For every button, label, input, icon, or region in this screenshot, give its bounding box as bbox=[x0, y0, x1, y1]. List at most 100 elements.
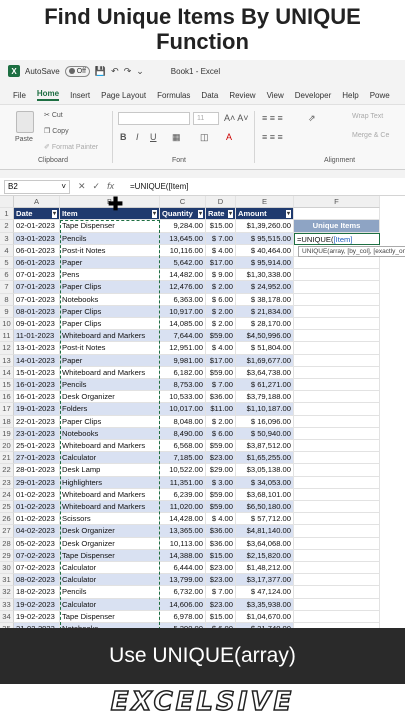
format-painter-button[interactable]: ✐ Format Painter bbox=[44, 143, 98, 151]
check-icon[interactable]: ✓ bbox=[93, 181, 101, 192]
table-header-rate[interactable]: Rate ▾ bbox=[206, 208, 236, 221]
table-cell[interactable]: $1,10,187.00 bbox=[236, 403, 294, 416]
table-header-date[interactable]: Date ▾ bbox=[14, 208, 60, 221]
table-cell[interactable]: 6,732.00 bbox=[160, 586, 206, 599]
table-cell[interactable]: $ 7.00 bbox=[206, 379, 236, 392]
cell-f[interactable] bbox=[294, 391, 380, 404]
row-header[interactable]: 28 bbox=[0, 537, 14, 550]
table-cell[interactable]: $ 28,170.00 bbox=[236, 318, 294, 331]
table-cell[interactable]: $ 38,178.00 bbox=[236, 293, 294, 306]
table-cell[interactable]: 10,522.00 bbox=[160, 464, 206, 477]
table-cell[interactable]: $4,50,996.00 bbox=[236, 330, 294, 343]
table-cell[interactable]: 06-01-2023 bbox=[14, 244, 60, 257]
table-cell[interactable]: 10,116.00 bbox=[160, 244, 206, 257]
table-cell[interactable]: $ 24,952.00 bbox=[236, 281, 294, 294]
row-header[interactable]: 17 bbox=[0, 403, 14, 416]
table-cell[interactable]: 22-01-2023 bbox=[14, 415, 60, 428]
table-cell[interactable]: $ 4.00 bbox=[206, 342, 236, 355]
table-cell[interactable]: $ 2.00 bbox=[206, 415, 236, 428]
table-cell[interactable]: Whiteboard and Markers bbox=[60, 366, 160, 379]
table-cell[interactable]: $1,04,670.00 bbox=[236, 610, 294, 623]
table-cell[interactable]: 14,482.00 bbox=[160, 269, 206, 282]
tab-help[interactable]: Help bbox=[342, 91, 358, 100]
table-cell[interactable]: 23-01-2023 bbox=[14, 427, 60, 440]
wrap-text-button[interactable]: Wrap Text bbox=[352, 113, 383, 120]
table-cell[interactable]: $ 2.00 bbox=[206, 281, 236, 294]
table-cell[interactable]: Paper Clips bbox=[60, 305, 160, 318]
fill-color-icon[interactable]: ◫ bbox=[200, 132, 209, 143]
table-cell[interactable]: 14,428.00 bbox=[160, 513, 206, 526]
filter-dropdown-icon[interactable]: ▾ bbox=[197, 210, 203, 219]
tab-power[interactable]: Powe bbox=[370, 91, 390, 100]
table-cell[interactable]: $3,87,512.00 bbox=[236, 440, 294, 453]
table-cell[interactable]: 10,113.00 bbox=[160, 537, 206, 550]
cut-button[interactable]: ✂ Cut bbox=[44, 111, 63, 119]
filter-dropdown-icon[interactable]: ▾ bbox=[151, 210, 157, 219]
table-cell[interactable]: Calculator bbox=[60, 562, 160, 575]
table-cell[interactable]: 11,020.00 bbox=[160, 501, 206, 514]
table-cell[interactable]: $17.00 bbox=[206, 354, 236, 367]
table-cell[interactable]: 13-01-2023 bbox=[14, 342, 60, 355]
row-header[interactable]: 34 bbox=[0, 610, 14, 623]
tab-insert[interactable]: Insert bbox=[70, 91, 90, 100]
table-cell[interactable]: $15.00 bbox=[206, 220, 236, 233]
row-header[interactable]: 2 bbox=[0, 220, 14, 233]
table-cell[interactable]: Calculator bbox=[60, 574, 160, 587]
cell-f[interactable] bbox=[294, 525, 380, 538]
row-header[interactable]: 16 bbox=[0, 391, 14, 404]
redo-icon[interactable]: ↷ bbox=[124, 66, 132, 77]
table-cell[interactable]: $1,69,677.00 bbox=[236, 354, 294, 367]
table-cell[interactable]: 12,476.00 bbox=[160, 281, 206, 294]
row-header[interactable]: 24 bbox=[0, 488, 14, 501]
tab-file[interactable]: File bbox=[13, 91, 26, 100]
table-cell[interactable]: $59.00 bbox=[206, 330, 236, 343]
table-cell[interactable]: Post-it Notes bbox=[60, 244, 160, 257]
table-cell[interactable]: 25-01-2023 bbox=[14, 440, 60, 453]
table-cell[interactable]: 11-01-2023 bbox=[14, 330, 60, 343]
row-header[interactable]: 30 bbox=[0, 562, 14, 575]
table-cell[interactable]: $15.00 bbox=[206, 549, 236, 562]
table-cell[interactable]: 6,568.00 bbox=[160, 440, 206, 453]
table-cell[interactable]: 10,533.00 bbox=[160, 391, 206, 404]
table-cell[interactable]: Paper Clips bbox=[60, 318, 160, 331]
table-cell[interactable]: $3,64,068.00 bbox=[236, 537, 294, 550]
cell-f[interactable] bbox=[294, 476, 380, 489]
row-header[interactable]: 31 bbox=[0, 574, 14, 587]
underline-icon[interactable]: U bbox=[150, 132, 157, 142]
table-cell[interactable]: 8,490.00 bbox=[160, 427, 206, 440]
row-header[interactable]: 4 bbox=[0, 244, 14, 257]
table-header-amount[interactable]: Amount ▾ bbox=[236, 208, 294, 221]
table-cell[interactable]: Calculator bbox=[60, 452, 160, 465]
cell-f[interactable] bbox=[294, 549, 380, 562]
table-cell[interactable]: 03-01-2023 bbox=[14, 232, 60, 245]
table-cell[interactable]: 14,388.00 bbox=[160, 549, 206, 562]
filter-dropdown-icon[interactable]: ▾ bbox=[227, 210, 233, 219]
table-cell[interactable]: $ 40,464.00 bbox=[236, 244, 294, 257]
undo-icon[interactable]: ↶ bbox=[111, 66, 119, 77]
table-cell[interactable]: $ 7.00 bbox=[206, 586, 236, 599]
table-cell[interactable]: $23.00 bbox=[206, 452, 236, 465]
table-cell[interactable]: $ 9.00 bbox=[206, 269, 236, 282]
row-header[interactable]: 22 bbox=[0, 464, 14, 477]
cell-f[interactable] bbox=[294, 330, 380, 343]
table-cell[interactable]: $ 95,914.00 bbox=[236, 257, 294, 270]
table-cell[interactable]: 13,645.00 bbox=[160, 232, 206, 245]
table-cell[interactable]: 6,239.00 bbox=[160, 488, 206, 501]
row-header[interactable]: 20 bbox=[0, 440, 14, 453]
table-cell[interactable]: $ 61,271.00 bbox=[236, 379, 294, 392]
filter-dropdown-icon[interactable]: ▾ bbox=[285, 210, 291, 219]
table-cell[interactable]: $ 21,834.00 bbox=[236, 305, 294, 318]
font-size-dropdown[interactable]: 11 bbox=[193, 112, 219, 125]
font-name-dropdown[interactable] bbox=[118, 112, 190, 125]
table-cell[interactable]: $36.00 bbox=[206, 525, 236, 538]
cell-f[interactable] bbox=[294, 269, 380, 282]
tab-page-layout[interactable]: Page Layout bbox=[101, 91, 146, 100]
table-cell[interactable]: 27-01-2023 bbox=[14, 452, 60, 465]
row-header[interactable]: 23 bbox=[0, 476, 14, 489]
table-cell[interactable]: Post-it Notes bbox=[60, 342, 160, 355]
copy-button[interactable]: ❐ Copy bbox=[44, 127, 69, 135]
row-header[interactable]: 27 bbox=[0, 525, 14, 538]
row-header[interactable]: 10 bbox=[0, 318, 14, 331]
table-cell[interactable]: 08-02-2023 bbox=[14, 574, 60, 587]
table-cell[interactable]: Highlighters bbox=[60, 476, 160, 489]
